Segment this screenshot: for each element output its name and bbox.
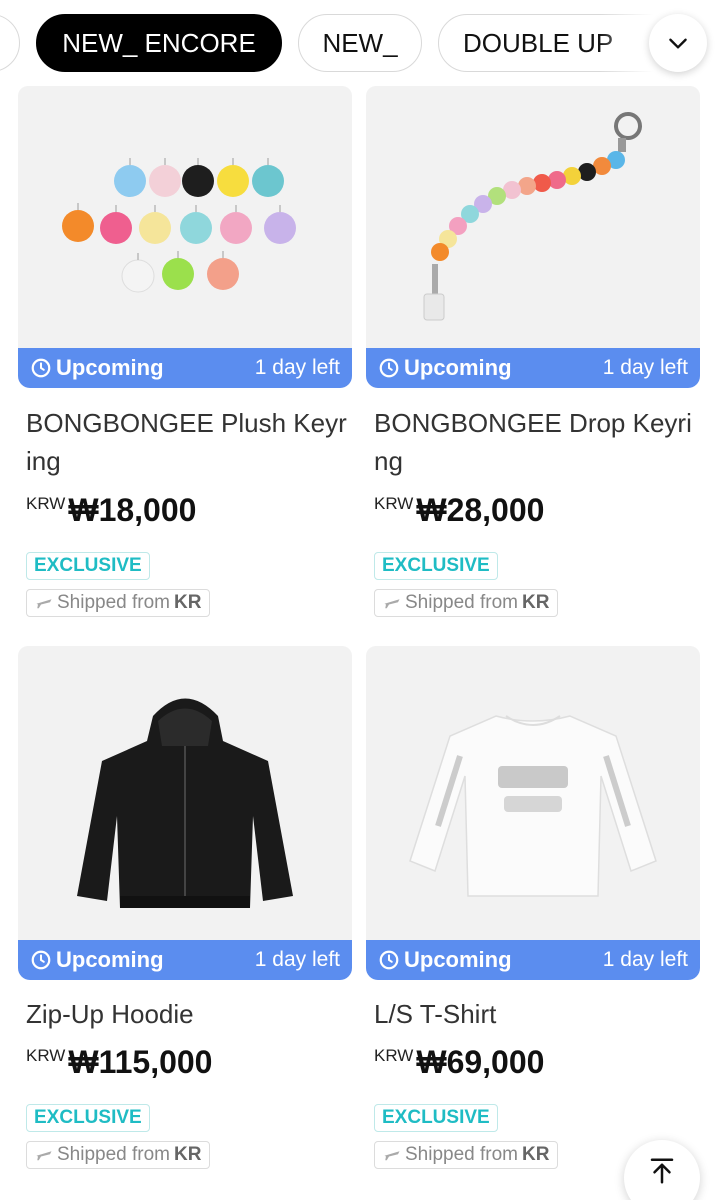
- status-label: Upcoming: [56, 947, 164, 972]
- category-filter-bar: NEW_ ENCORE NEW_ DOUBLE UP: [0, 0, 719, 86]
- product-image[interactable]: [18, 86, 352, 348]
- upcoming-status-bar: Upcoming 1 day left: [366, 940, 700, 980]
- product-name[interactable]: BONGBONGEE Drop Keyring: [374, 404, 696, 480]
- currency-code: KRW: [374, 1046, 414, 1065]
- clock-icon: [31, 358, 51, 378]
- status-label: Upcoming: [404, 355, 512, 380]
- ship-country: KR: [522, 1144, 550, 1165]
- clock-icon: [379, 950, 399, 970]
- exclusive-badge: EXCLUSIVE: [374, 1104, 498, 1132]
- currency-code: KRW: [374, 494, 414, 513]
- expand-filters-button[interactable]: [649, 14, 707, 72]
- status-label: Upcoming: [404, 947, 512, 972]
- filter-chip-partial[interactable]: [0, 14, 20, 72]
- airplane-icon: [36, 1151, 52, 1161]
- chevron-down-icon: [669, 38, 687, 49]
- currency-code: KRW: [26, 1046, 66, 1065]
- filter-chip-new-encore[interactable]: NEW_ ENCORE: [36, 14, 282, 72]
- status-label: Upcoming: [56, 355, 164, 380]
- price-amount: ₩115,000: [68, 1044, 213, 1080]
- upcoming-status-bar: Upcoming 1 day left: [366, 348, 700, 388]
- product-price: KRW ₩18,000: [26, 492, 196, 529]
- price-amount: ₩28,000: [416, 492, 545, 528]
- shipping-badge: Shipped from KR: [26, 1141, 211, 1169]
- price-amount: ₩69,000: [416, 1044, 545, 1080]
- exclusive-badge: EXCLUSIVE: [26, 552, 150, 580]
- currency-code: KRW: [26, 494, 66, 513]
- airplane-icon: [384, 599, 400, 609]
- product-name[interactable]: BONGBONGEE Plush Keyring: [26, 404, 348, 480]
- ship-country: KR: [174, 1144, 202, 1165]
- ship-prefix: Shipped from: [405, 1144, 519, 1165]
- exclusive-badge: EXCLUSIVE: [26, 1104, 150, 1132]
- scroll-to-top-button[interactable]: [624, 1140, 700, 1200]
- clock-icon: [379, 358, 399, 378]
- days-left: 1 day left: [602, 356, 688, 379]
- airplane-icon: [384, 1151, 400, 1161]
- ship-country: KR: [174, 592, 202, 613]
- product-image[interactable]: [366, 646, 700, 940]
- days-left: 1 day left: [602, 948, 688, 971]
- arrow-up-to-line-icon: [650, 1158, 674, 1184]
- clock-icon: [31, 950, 51, 970]
- exclusive-badge: EXCLUSIVE: [374, 552, 498, 580]
- upcoming-status-bar: Upcoming 1 day left: [18, 348, 352, 388]
- product-price: KRW ₩69,000: [374, 1044, 544, 1081]
- airplane-icon: [36, 599, 52, 609]
- product-name[interactable]: L/S T-Shirt: [374, 995, 696, 1033]
- product-name[interactable]: Zip-Up Hoodie: [26, 995, 348, 1033]
- product-image[interactable]: [366, 86, 700, 348]
- shipping-badge: Shipped from KR: [374, 589, 559, 617]
- product-price: KRW ₩28,000: [374, 492, 544, 529]
- ship-prefix: Shipped from: [57, 592, 171, 613]
- ship-prefix: Shipped from: [57, 1144, 171, 1165]
- price-amount: ₩18,000: [68, 492, 197, 528]
- shipping-badge: Shipped from KR: [374, 1141, 559, 1169]
- filter-chip-new[interactable]: NEW_: [298, 14, 422, 72]
- ship-prefix: Shipped from: [405, 592, 519, 613]
- days-left: 1 day left: [254, 948, 340, 971]
- upcoming-status-bar: Upcoming 1 day left: [18, 940, 352, 980]
- shipping-badge: Shipped from KR: [26, 589, 211, 617]
- product-price: KRW ₩115,000: [26, 1044, 212, 1081]
- days-left: 1 day left: [254, 356, 340, 379]
- product-image[interactable]: [18, 646, 352, 940]
- ship-country: KR: [522, 592, 550, 613]
